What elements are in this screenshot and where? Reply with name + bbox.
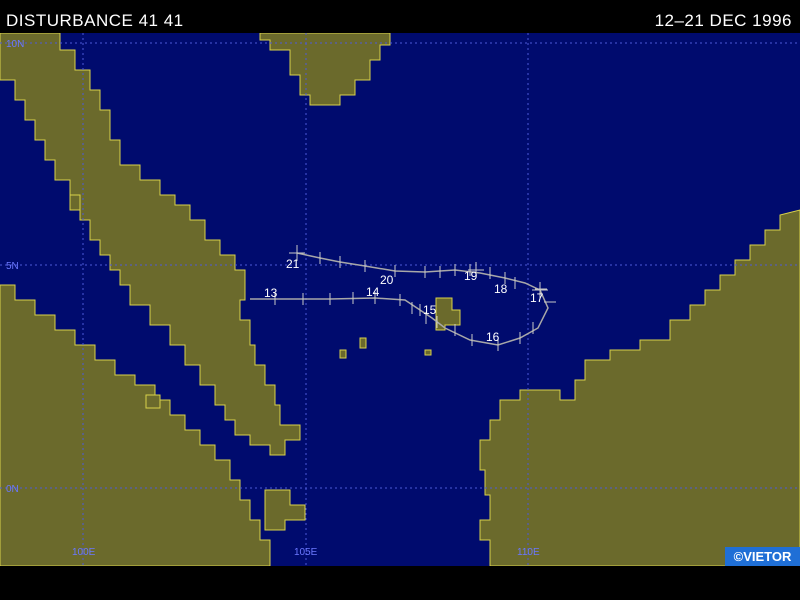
lon-label-105e: 105E (294, 547, 318, 558)
header-bar: DISTURBANCE 41 41 12–21 DEC 1996 (0, 0, 800, 33)
track-map: 10N 5N 0N 100E 105E 110E 13 14 15 16 17 … (0, 33, 800, 566)
date-range: 12–21 DEC 1996 (654, 11, 792, 30)
credit-badge: ©VIETOR (725, 547, 800, 566)
footer-bar (0, 566, 800, 600)
lat-label-10n: 10N (6, 39, 24, 50)
track-label-16: 16 (486, 330, 500, 344)
lat-label-0n: 0N (6, 484, 19, 495)
track-label-18: 18 (494, 282, 508, 296)
track-label-15: 15 (423, 303, 437, 317)
track-label-13: 13 (264, 286, 278, 300)
track-label-20: 20 (380, 273, 394, 287)
land-island-small-3 (424, 349, 432, 356)
land-island-small-1 (339, 349, 347, 359)
storm-title: DISTURBANCE 41 41 (6, 11, 184, 30)
lon-label-100e: 100E (72, 547, 96, 558)
track-label-14: 14 (366, 285, 380, 299)
land-island-small-5 (69, 194, 81, 211)
lat-label-5n: 5N (6, 261, 19, 272)
track-label-17: 17 (530, 291, 544, 305)
track-label-21: 21 (286, 257, 300, 271)
track-label-19: 19 (464, 269, 478, 283)
lon-label-110e: 110E (517, 547, 540, 558)
land-island-small-2 (359, 337, 367, 349)
land-island-small-4 (145, 394, 161, 409)
